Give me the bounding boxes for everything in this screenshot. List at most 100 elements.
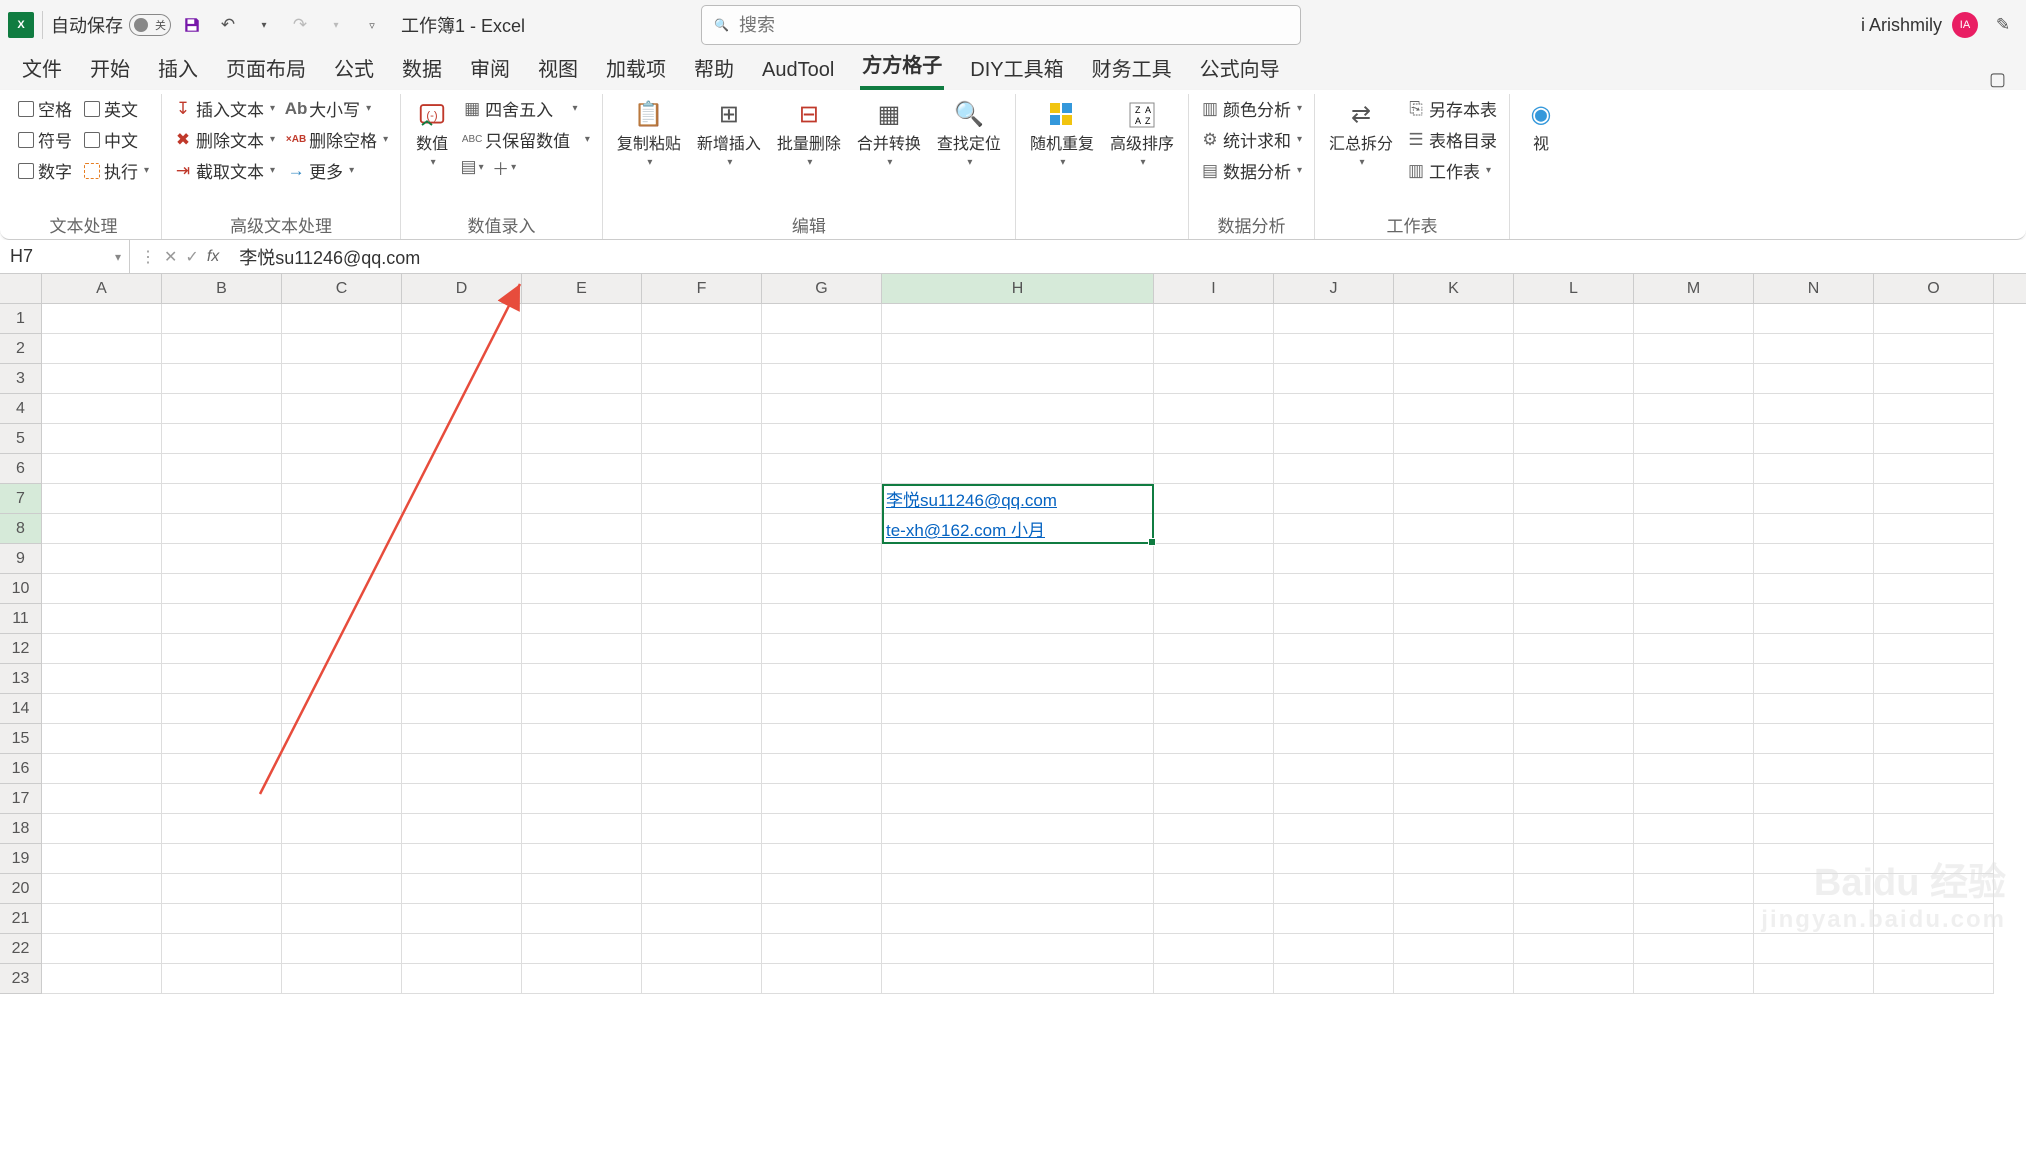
tab-help[interactable]: 帮助 xyxy=(692,47,736,90)
cell[interactable] xyxy=(162,784,282,814)
cell[interactable] xyxy=(1754,934,1874,964)
cell[interactable] xyxy=(1754,784,1874,814)
cell[interactable] xyxy=(402,304,522,334)
col-A[interactable]: A xyxy=(42,274,162,303)
cell[interactable] xyxy=(1514,964,1634,994)
row-10[interactable]: 10 xyxy=(0,574,42,604)
cell[interactable] xyxy=(1274,934,1394,964)
cell[interactable] xyxy=(882,304,1154,334)
cell[interactable] xyxy=(1754,604,1874,634)
cell[interactable] xyxy=(642,604,762,634)
cell[interactable] xyxy=(1514,844,1634,874)
cell[interactable] xyxy=(42,844,162,874)
cell[interactable] xyxy=(402,754,522,784)
fx-icon[interactable]: fx xyxy=(207,248,219,266)
cell[interactable] xyxy=(882,544,1154,574)
tab-review[interactable]: 审阅 xyxy=(468,47,512,90)
cell[interactable] xyxy=(1874,394,1994,424)
col-K[interactable]: K xyxy=(1394,274,1514,303)
cell[interactable] xyxy=(522,574,642,604)
cell[interactable] xyxy=(162,844,282,874)
cell[interactable] xyxy=(162,934,282,964)
cell[interactable] xyxy=(1154,814,1274,844)
cell[interactable] xyxy=(1394,814,1514,844)
cell[interactable] xyxy=(1394,334,1514,364)
cell[interactable] xyxy=(1514,934,1634,964)
cell[interactable] xyxy=(1274,634,1394,664)
cell[interactable] xyxy=(1874,304,1994,334)
cell[interactable] xyxy=(1514,574,1634,604)
cell[interactable] xyxy=(882,874,1154,904)
col-M[interactable]: M xyxy=(1634,274,1754,303)
cell[interactable] xyxy=(1154,574,1274,604)
cell[interactable] xyxy=(1394,694,1514,724)
cell[interactable] xyxy=(1154,514,1274,544)
cell[interactable] xyxy=(282,844,402,874)
cell[interactable] xyxy=(282,934,402,964)
cell[interactable] xyxy=(522,934,642,964)
cell[interactable] xyxy=(1634,304,1754,334)
col-N[interactable]: N xyxy=(1754,274,1874,303)
cell[interactable] xyxy=(1154,724,1274,754)
cell[interactable] xyxy=(762,454,882,484)
cell[interactable] xyxy=(522,694,642,724)
cell[interactable] xyxy=(1634,424,1754,454)
cell[interactable] xyxy=(762,394,882,424)
cell[interactable] xyxy=(1154,694,1274,724)
cell[interactable] xyxy=(642,754,762,784)
cell[interactable] xyxy=(402,334,522,364)
cell[interactable] xyxy=(1274,904,1394,934)
qat-customize[interactable]: ▿ xyxy=(357,10,387,40)
cell[interactable] xyxy=(1634,364,1754,394)
cell[interactable] xyxy=(1394,394,1514,424)
cell[interactable] xyxy=(1394,724,1514,754)
cell[interactable] xyxy=(1754,874,1874,904)
cell[interactable] xyxy=(402,964,522,994)
cell[interactable] xyxy=(162,484,282,514)
cell[interactable] xyxy=(882,904,1154,934)
cell[interactable] xyxy=(282,334,402,364)
cell[interactable] xyxy=(1274,874,1394,904)
cell[interactable] xyxy=(1154,424,1274,454)
cell[interactable] xyxy=(1514,514,1634,544)
btn-more[interactable]: →更多▾ xyxy=(283,156,392,185)
cell[interactable] xyxy=(1874,844,1994,874)
ck-english[interactable]: 英文 xyxy=(80,94,153,123)
redo-dropdown[interactable]: ▾ xyxy=(321,10,351,40)
cell[interactable] xyxy=(42,304,162,334)
cell[interactable] xyxy=(42,664,162,694)
cell[interactable] xyxy=(402,574,522,604)
cell[interactable] xyxy=(882,694,1154,724)
cell[interactable] xyxy=(1754,334,1874,364)
cell[interactable] xyxy=(162,304,282,334)
cell[interactable] xyxy=(882,784,1154,814)
tab-home[interactable]: 开始 xyxy=(88,47,132,90)
cell[interactable] xyxy=(402,514,522,544)
cell[interactable] xyxy=(522,814,642,844)
cell[interactable] xyxy=(162,724,282,754)
cell[interactable] xyxy=(1154,754,1274,784)
row-8[interactable]: 8 xyxy=(0,514,42,544)
cell[interactable] xyxy=(1754,394,1874,424)
cell[interactable] xyxy=(522,604,642,634)
cell[interactable] xyxy=(1274,784,1394,814)
cell[interactable] xyxy=(762,334,882,364)
cell[interactable] xyxy=(1514,544,1634,574)
cell[interactable] xyxy=(762,754,882,784)
btn-round[interactable]: ▦四舍五入 ▾ xyxy=(459,94,594,123)
cell[interactable] xyxy=(1394,664,1514,694)
cell[interactable] xyxy=(1394,604,1514,634)
cell[interactable] xyxy=(402,664,522,694)
cell[interactable] xyxy=(1154,634,1274,664)
cell[interactable] xyxy=(642,334,762,364)
cell[interactable] xyxy=(642,364,762,394)
cell[interactable] xyxy=(762,904,882,934)
cell[interactable] xyxy=(162,634,282,664)
cell[interactable] xyxy=(642,844,762,874)
tab-wizard[interactable]: 公式向导 xyxy=(1198,47,1282,90)
cell[interactable] xyxy=(282,754,402,784)
col-I[interactable]: I xyxy=(1154,274,1274,303)
formula-input[interactable]: 李悦su11246@qq.com xyxy=(229,244,2026,270)
cell[interactable] xyxy=(1274,484,1394,514)
btn-copypaste[interactable]: 📋复制粘贴▾ xyxy=(611,94,687,173)
